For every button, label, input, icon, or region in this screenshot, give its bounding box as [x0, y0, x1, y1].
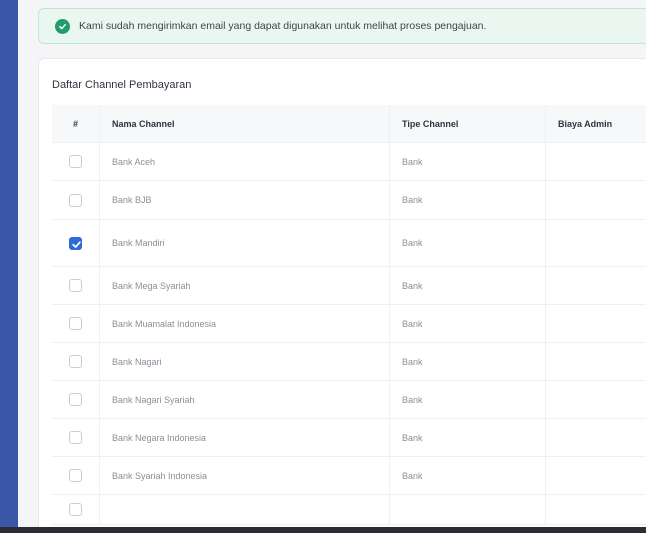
row-checkbox-checked[interactable] — [69, 236, 82, 250]
column-header-biaya-admin[interactable]: Biaya Admin — [546, 105, 646, 143]
row-select-cell — [52, 457, 100, 495]
row-select-cell — [52, 220, 100, 267]
payment-channel-table: # Nama Channel Tipe Channel Biaya Admin … — [52, 105, 646, 525]
table-header-row: # Nama Channel Tipe Channel Biaya Admin — [52, 105, 646, 143]
cell-nama-channel: Bank Mandiri — [100, 220, 390, 267]
row-checkbox[interactable] — [69, 155, 82, 168]
cell-biaya-admin: Rp4, — [546, 305, 646, 343]
cell-nama-channel: Bank Syariah Indonesia — [100, 457, 390, 495]
row-checkbox[interactable] — [69, 355, 82, 368]
checkmark-icon — [72, 240, 81, 248]
row-select-cell — [52, 343, 100, 381]
cell-tipe-channel: Bank — [390, 305, 546, 343]
cell-biaya-admin: Rp4, — [546, 220, 646, 267]
cell-tipe-channel: Bank — [390, 419, 546, 457]
table-row[interactable]: Bank Nagari SyariahBankRp3, — [52, 381, 646, 419]
cell-nama-channel — [100, 495, 390, 525]
row-select-cell — [52, 143, 100, 181]
table-row[interactable]: Bank NagariBankRp3, — [52, 343, 646, 381]
table-body: Bank AcehBankBank BJBBankRp3,Bank Mandir… — [52, 143, 646, 525]
cell-biaya-admin: Rp3, — [546, 381, 646, 419]
row-select-cell — [52, 305, 100, 343]
table-row[interactable]: Bank BJBBankRp3, — [52, 181, 646, 220]
row-checkbox[interactable] — [69, 431, 82, 444]
cell-biaya-admin: Rp4, — [546, 419, 646, 457]
column-header-nama-channel[interactable]: Nama Channel — [100, 105, 390, 143]
app-screen: Kami sudah mengirimkan email yang dapat … — [18, 0, 646, 527]
check-circle-icon — [55, 18, 70, 34]
cell-nama-channel: Bank Aceh — [100, 143, 390, 181]
column-header-tipe-channel[interactable]: Tipe Channel — [390, 105, 546, 143]
alert-message: Kami sudah mengirimkan email yang dapat … — [79, 20, 487, 32]
table-row[interactable] — [52, 495, 646, 525]
cell-biaya-admin: Rp3, — [546, 457, 646, 495]
cell-tipe-channel: Bank — [390, 381, 546, 419]
row-checkbox[interactable] — [69, 393, 82, 406]
cell-biaya-admin: Rp3, — [546, 267, 646, 305]
cell-biaya-admin: Rp3, — [546, 181, 646, 220]
cell-nama-channel: Bank Negara Indonesia — [100, 419, 390, 457]
row-checkbox[interactable] — [69, 193, 82, 207]
cell-tipe-channel — [390, 495, 546, 525]
cell-tipe-channel: Bank — [390, 143, 546, 181]
payment-channel-card: Daftar Channel Pembayaran # Nama Channel… — [38, 58, 646, 527]
cell-nama-channel: Bank Muamalat Indonesia — [100, 305, 390, 343]
table-row[interactable]: Bank Mega SyariahBankRp3, — [52, 267, 646, 305]
cell-tipe-channel: Bank — [390, 267, 546, 305]
cell-biaya-admin — [546, 495, 646, 525]
cell-tipe-channel: Bank — [390, 220, 546, 267]
table-row[interactable]: Bank Muamalat IndonesiaBankRp4, — [52, 305, 646, 343]
cell-tipe-channel: Bank — [390, 181, 546, 220]
row-checkbox[interactable] — [69, 503, 82, 516]
bottom-bar — [0, 527, 646, 533]
cell-nama-channel: Bank BJB — [100, 181, 390, 220]
card-title: Daftar Channel Pembayaran — [52, 79, 192, 91]
table-row[interactable]: Bank Syariah IndonesiaBankRp3, — [52, 457, 646, 495]
row-select-cell — [52, 267, 100, 305]
cell-biaya-admin — [546, 143, 646, 181]
table-row[interactable]: Bank Negara IndonesiaBankRp4, — [52, 419, 646, 457]
cell-tipe-channel: Bank — [390, 457, 546, 495]
cell-nama-channel: Bank Nagari — [100, 343, 390, 381]
cell-tipe-channel: Bank — [390, 343, 546, 381]
column-header-number: # — [52, 105, 100, 143]
row-select-cell — [52, 381, 100, 419]
row-checkbox[interactable] — [69, 469, 82, 482]
cell-nama-channel: Bank Nagari Syariah — [100, 381, 390, 419]
row-select-cell — [52, 495, 100, 525]
table-row[interactable]: Bank Aceh Bank — [52, 143, 646, 181]
table-row[interactable]: Bank MandiriBankRp4, — [52, 220, 646, 267]
cell-nama-channel: Bank Mega Syariah — [100, 267, 390, 305]
row-select-cell — [52, 419, 100, 457]
cell-biaya-admin: Rp3, — [546, 343, 646, 381]
success-alert: Kami sudah mengirimkan email yang dapat … — [38, 8, 646, 44]
row-select-cell — [52, 181, 100, 220]
row-checkbox[interactable] — [69, 279, 82, 292]
row-checkbox[interactable] — [69, 317, 82, 330]
